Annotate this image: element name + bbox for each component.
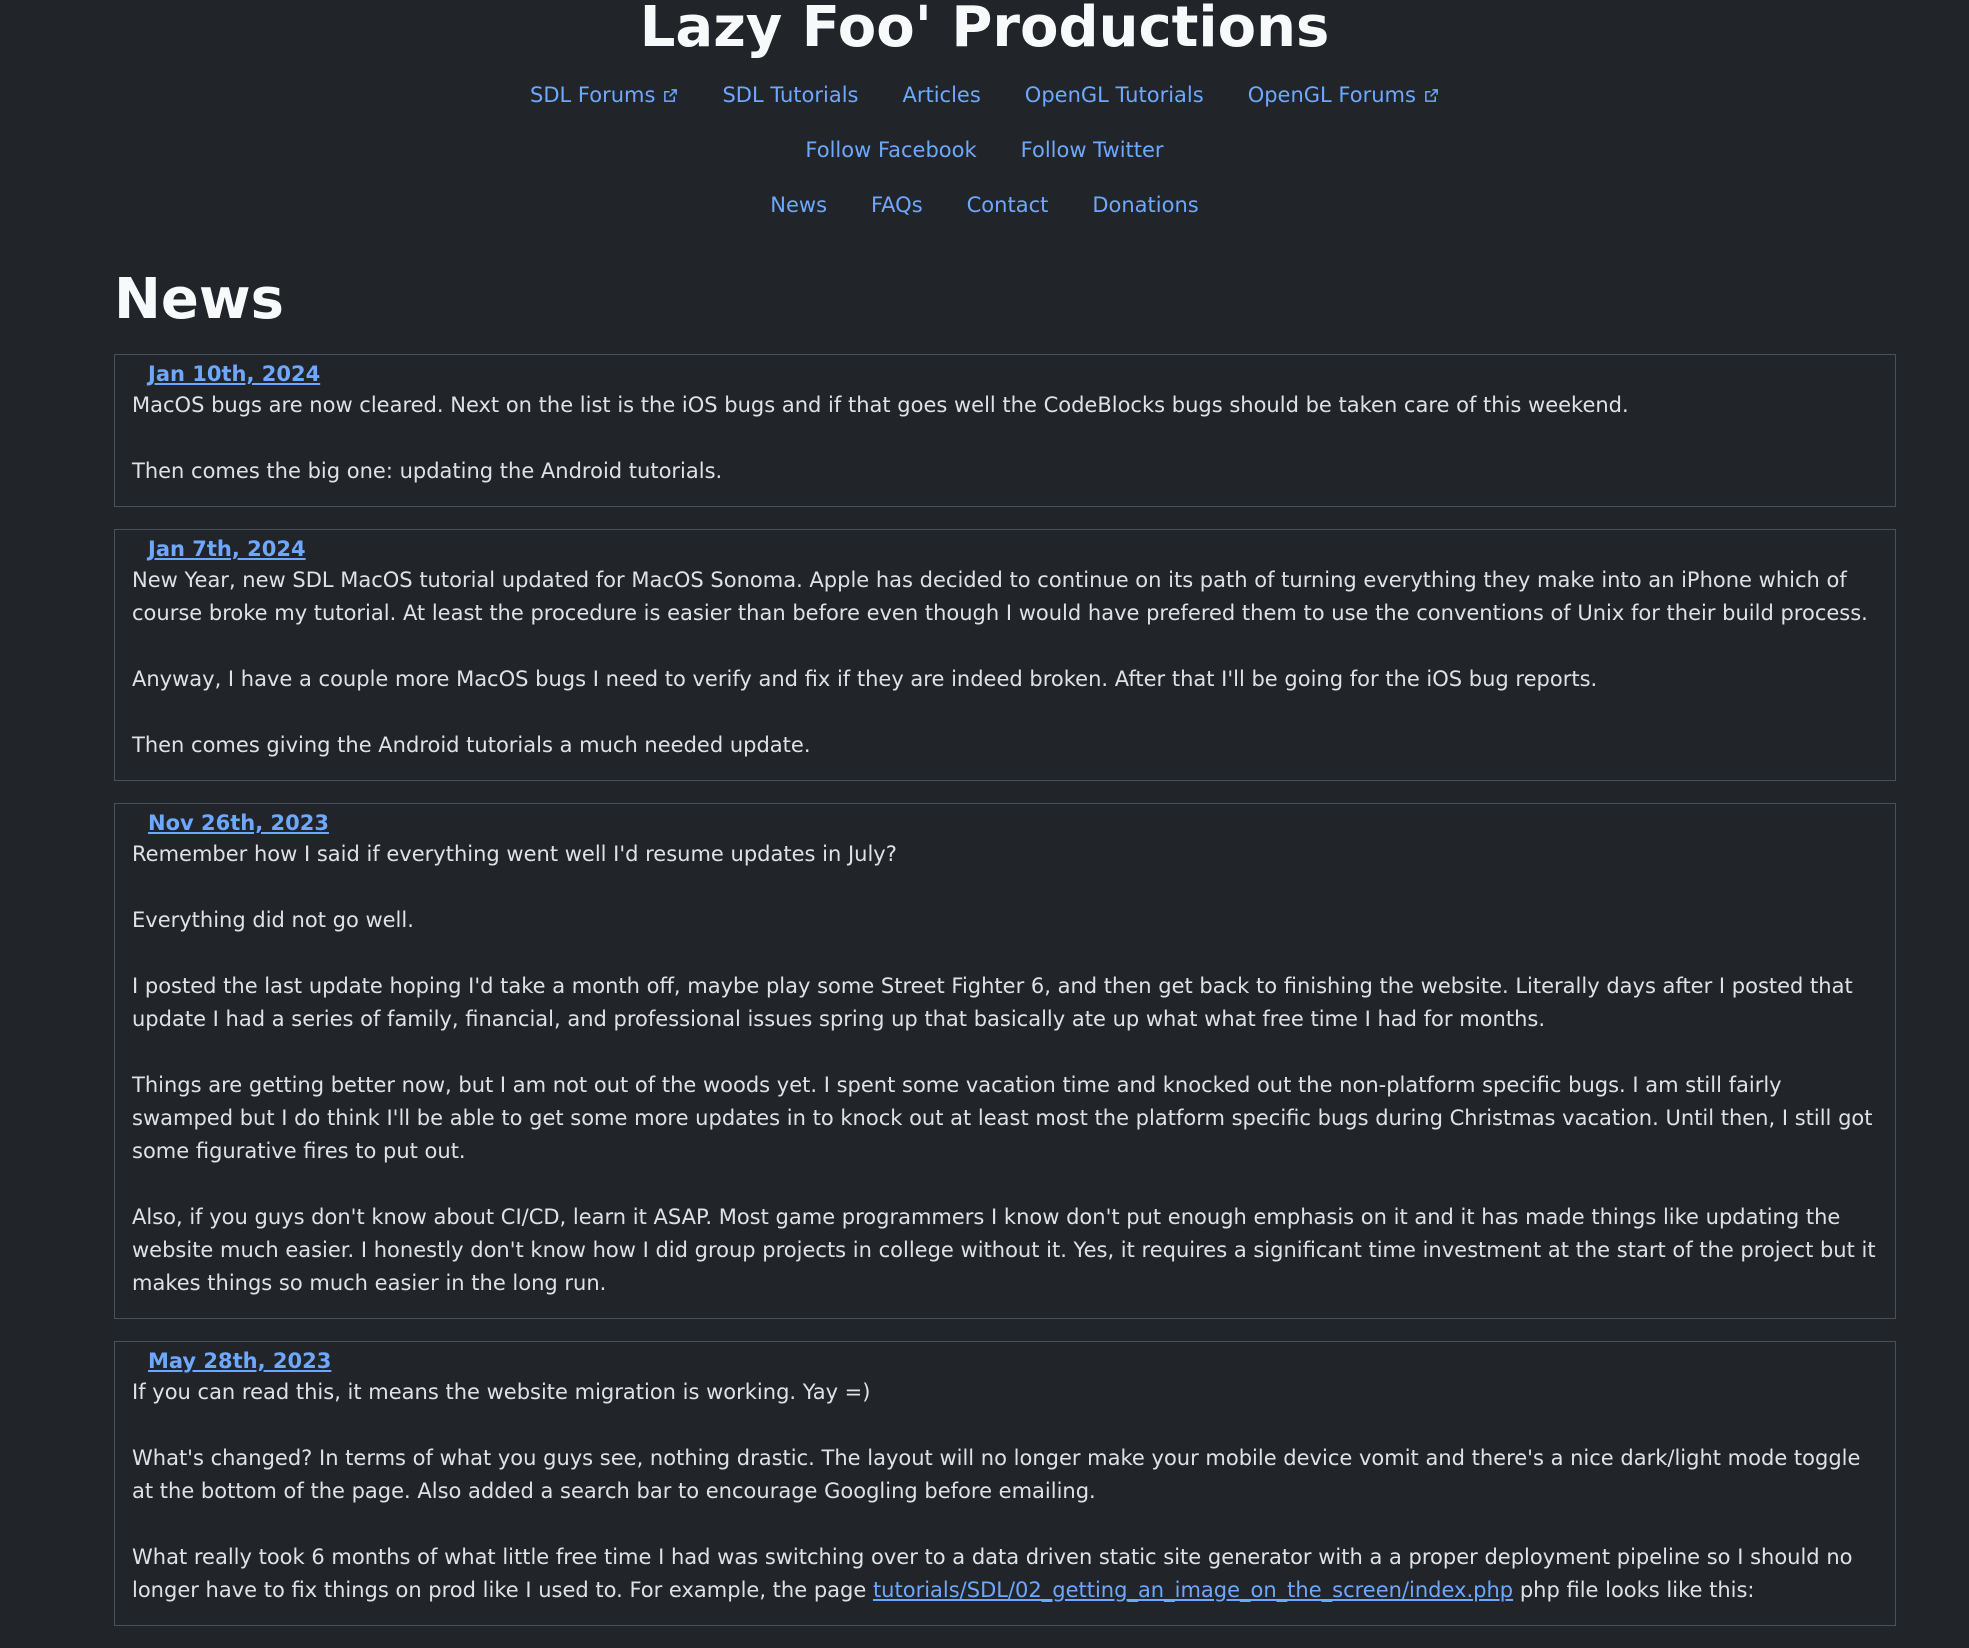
nav-link-donations[interactable]: Donations <box>1092 192 1198 218</box>
news-paragraph: New Year, new SDL MacOS tutorial updated… <box>132 568 1868 625</box>
nav-link-sdl-tutorials[interactable]: SDL Tutorials <box>722 82 858 108</box>
news-date-link[interactable]: Nov 26th, 2023 <box>148 804 1878 838</box>
nav-link-contact[interactable]: Contact <box>967 192 1049 218</box>
nav-row-social: Follow Facebook Follow Twitter <box>0 137 1969 163</box>
external-link-icon <box>663 88 678 103</box>
news-paragraph: MacOS bugs are now cleared. Next on the … <box>132 393 1629 417</box>
tutorial-page-link[interactable]: tutorials/SDL/02_getting_an_image_on_the… <box>873 1578 1513 1602</box>
news-paragraph: Remember how I said if everything went w… <box>132 842 897 866</box>
news-paragraph: Then comes giving the Android tutorials … <box>132 733 811 757</box>
nav-link-follow-facebook[interactable]: Follow Facebook <box>805 137 976 163</box>
news-paragraph: If you can read this, it means the websi… <box>132 1380 871 1404</box>
nav-link-opengl-forums[interactable]: OpenGL Forums <box>1248 82 1439 108</box>
news-paragraph: Anyway, I have a couple more MacOS bugs … <box>132 667 1598 691</box>
news-paragraph: Then comes the big one: updating the And… <box>132 459 723 483</box>
nav-link-news[interactable]: News <box>770 192 827 218</box>
page-heading: News <box>114 267 284 332</box>
news-paragraph: I posted the last update hoping I'd take… <box>132 974 1853 1031</box>
main-nav: SDL Forums SDL Tutorials Articles OpenGL… <box>0 82 1969 218</box>
news-item: May 28th, 2023 If you can read this, it … <box>114 1341 1896 1626</box>
news-paragraph: What's changed? In terms of what you guy… <box>132 1446 1861 1503</box>
nav-link-follow-twitter[interactable]: Follow Twitter <box>1021 137 1164 163</box>
news-item: Jan 7th, 2024 New Year, new SDL MacOS tu… <box>114 529 1896 781</box>
news-paragraph: Things are getting better now, but I am … <box>132 1073 1873 1163</box>
news-date-link[interactable]: Jan 7th, 2024 <box>148 530 1878 564</box>
nav-link-opengl-tutorials[interactable]: OpenGL Tutorials <box>1025 82 1204 108</box>
nav-row-site: News FAQs Contact Donations <box>0 192 1969 218</box>
nav-row-primary: SDL Forums SDL Tutorials Articles OpenGL… <box>0 82 1969 108</box>
news-date-link[interactable]: Jan 10th, 2024 <box>148 355 1878 389</box>
news-list: Jan 10th, 2024 MacOS bugs are now cleare… <box>114 354 1896 1648</box>
paragraph-text: php file looks like this: <box>1513 1578 1755 1602</box>
nav-link-sdl-forums[interactable]: SDL Forums <box>530 82 678 108</box>
news-paragraph-with-link: What really took 6 months of what little… <box>132 1541 1878 1607</box>
site-title: Lazy Foo' Productions <box>639 0 1330 60</box>
nav-link-articles[interactable]: Articles <box>902 82 980 108</box>
external-link-icon <box>1424 88 1439 103</box>
news-paragraph: Everything did not go well. <box>132 908 414 932</box>
news-paragraph: Also, if you guys don't know about CI/CD… <box>132 1205 1876 1295</box>
nav-link-label: SDL Forums <box>530 83 656 107</box>
news-item: Jan 10th, 2024 MacOS bugs are now cleare… <box>114 354 1896 507</box>
nav-link-faqs[interactable]: FAQs <box>871 192 923 218</box>
nav-link-label: OpenGL Forums <box>1247 83 1416 107</box>
news-date-link[interactable]: May 28th, 2023 <box>148 1342 1878 1376</box>
news-item: Nov 26th, 2023 Remember how I said if ev… <box>114 803 1896 1319</box>
